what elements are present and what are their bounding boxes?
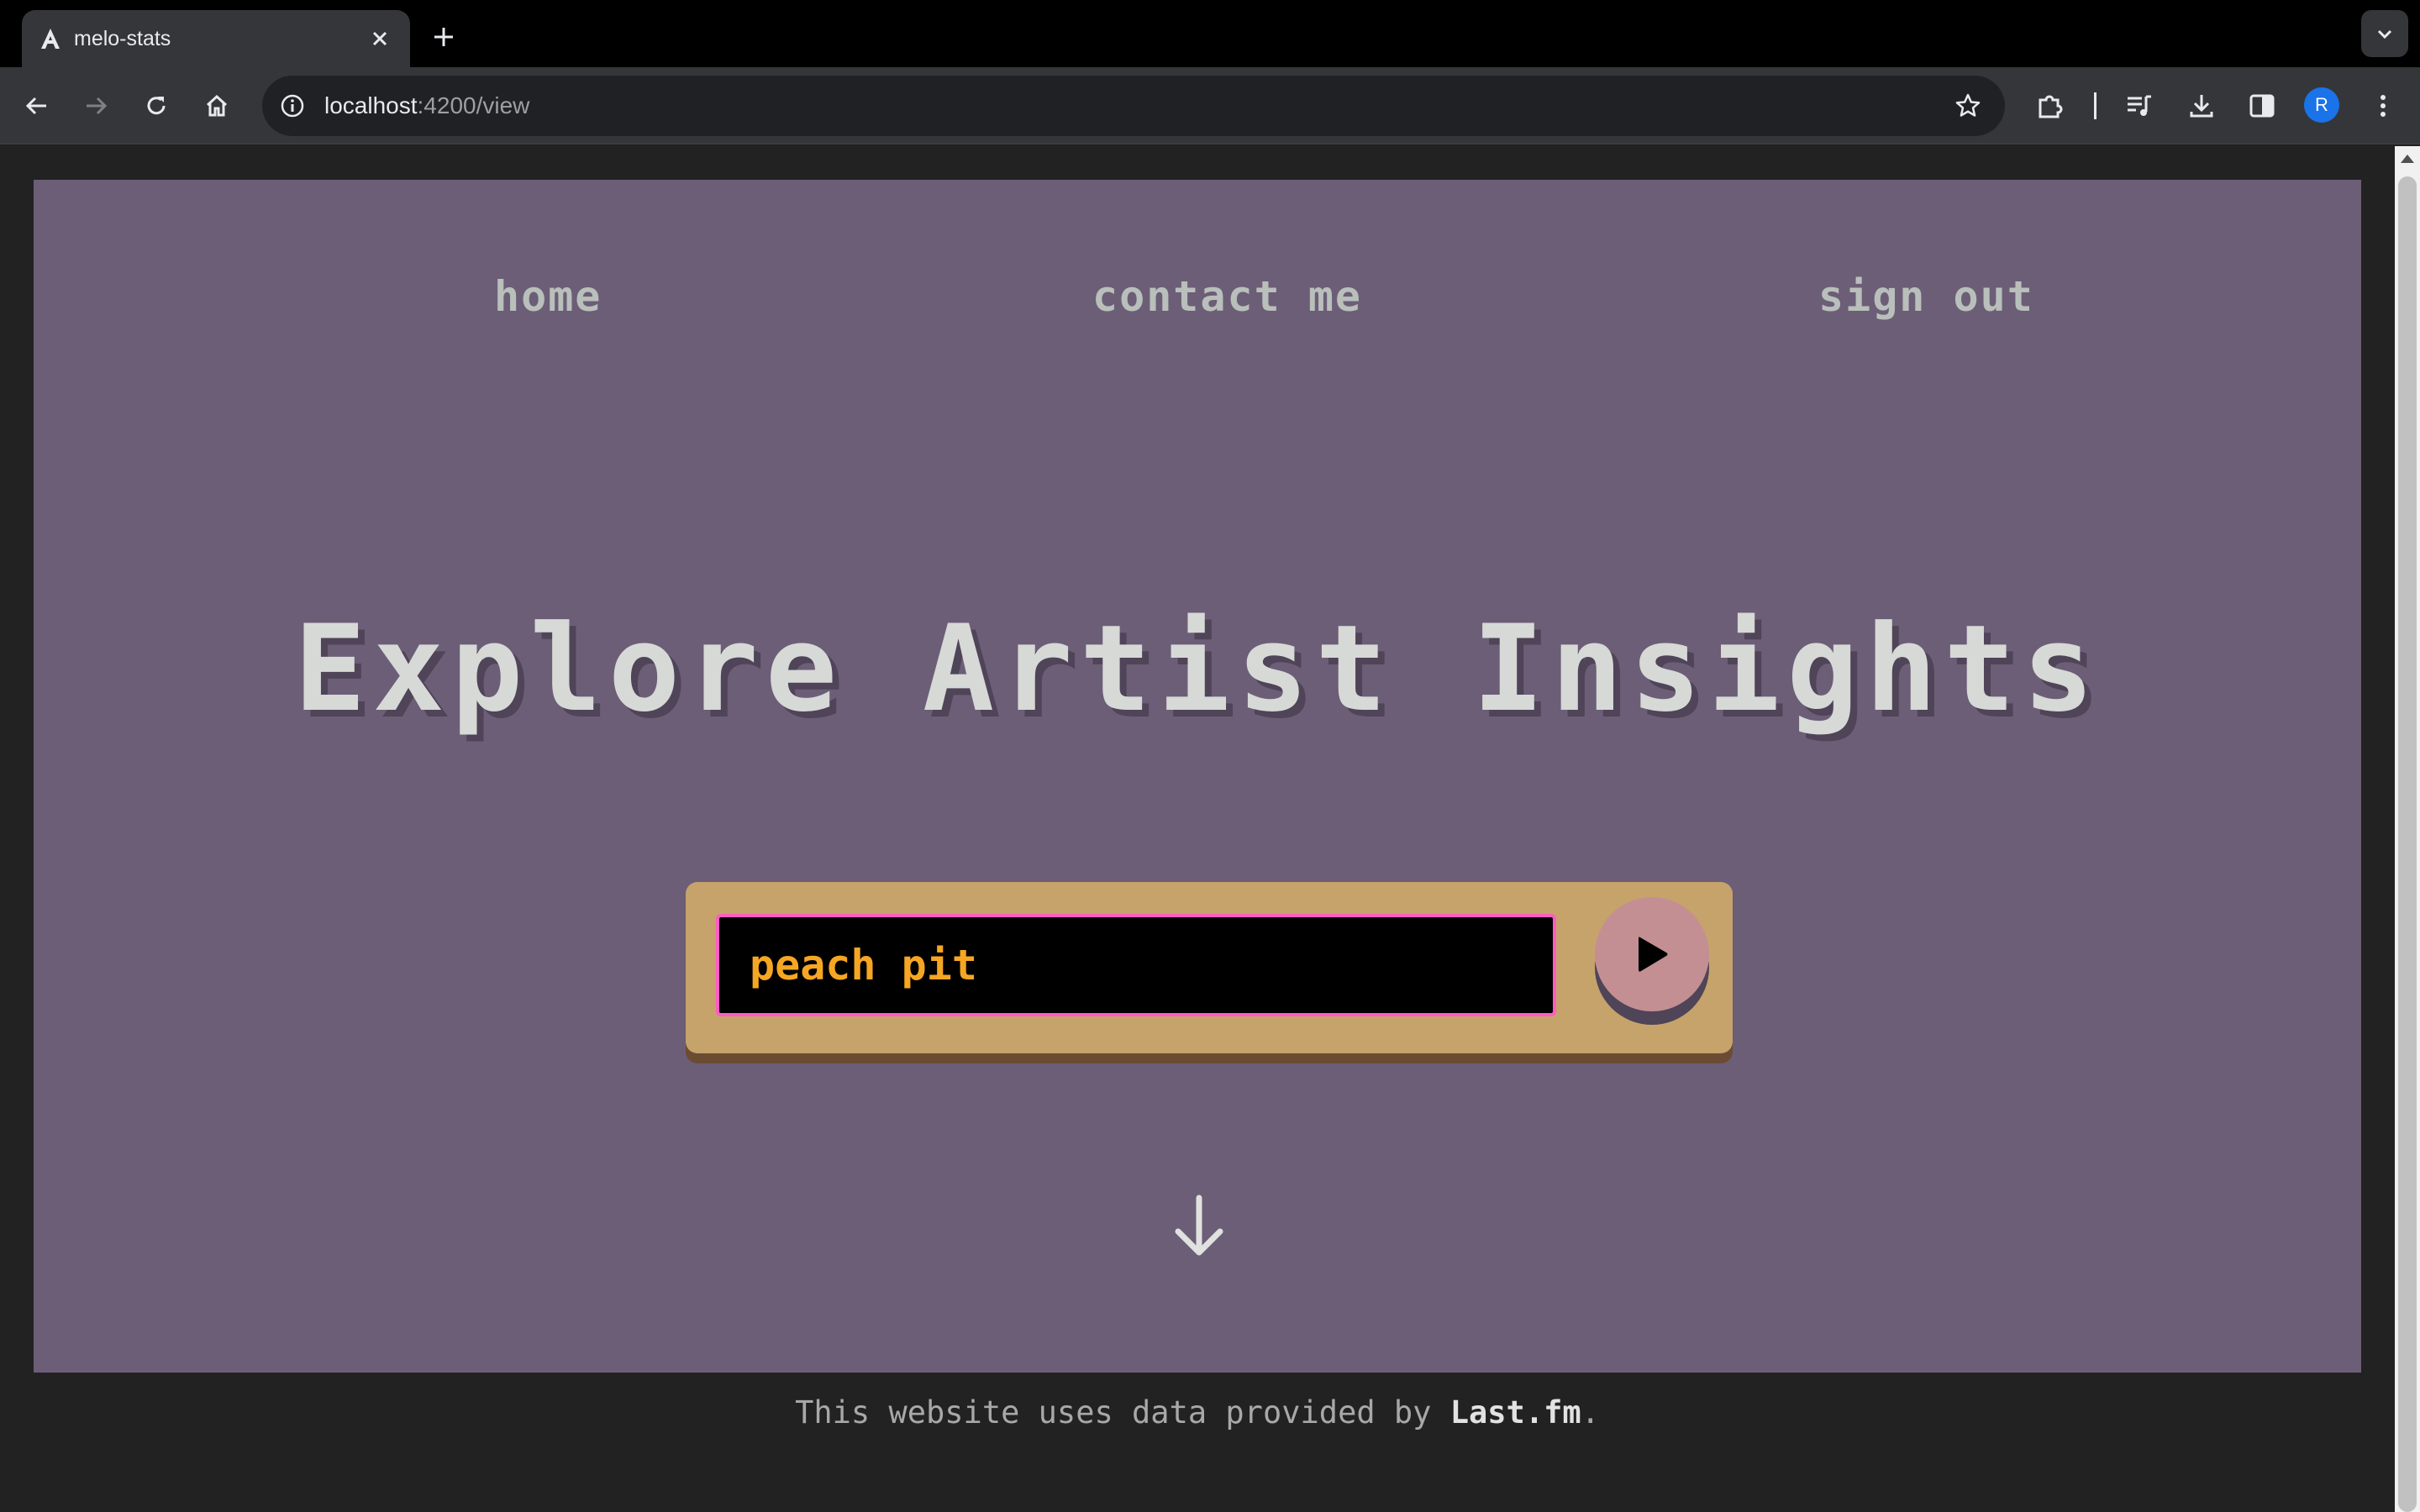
close-icon[interactable] <box>365 24 395 54</box>
address-bar[interactable]: localhost:4200/view <box>262 76 2005 136</box>
footer-text: This website uses data provided by <box>795 1394 1450 1431</box>
toolbar-separator <box>2094 92 2096 119</box>
footer-attribution: This website uses data provided by Last.… <box>0 1394 2395 1431</box>
forward-icon[interactable] <box>76 86 116 126</box>
footer-period: . <box>1581 1394 1600 1431</box>
artist-search-input[interactable] <box>716 914 1556 1016</box>
page-title: Explore Artist Insights <box>293 600 2102 738</box>
tab-melo-stats[interactable]: melo-stats <box>22 10 410 67</box>
tab-title: melo-stats <box>74 27 171 50</box>
chevron-down-icon[interactable] <box>2361 10 2408 57</box>
nav-signout-link[interactable]: sign out <box>1818 272 2034 321</box>
search-play-button[interactable] <box>1595 897 1709 1011</box>
scrollbar[interactable] <box>2395 146 2420 1512</box>
scrollbar-thumb[interactable] <box>2398 176 2417 1512</box>
info-icon[interactable] <box>276 89 309 123</box>
nav-contact-link[interactable]: contact me <box>1092 272 1362 321</box>
extensions-icon[interactable] <box>2030 86 2070 126</box>
profile-avatar[interactable]: R <box>2304 87 2339 123</box>
star-icon[interactable] <box>1951 89 1985 123</box>
url-text: localhost:4200/view <box>324 91 529 121</box>
scroll-up-arrow[interactable] <box>2401 155 2414 163</box>
angular-icon <box>39 27 62 50</box>
arrow-down-icon[interactable] <box>1170 1193 1228 1260</box>
url-path: :4200/view <box>417 92 530 118</box>
lastfm-link[interactable]: Last.fm <box>1450 1394 1581 1431</box>
search-panel <box>686 882 1733 1053</box>
menu-icon[interactable] <box>2363 86 2403 126</box>
hero-section: home contact me sign out Explore Artist … <box>34 180 2361 1373</box>
play-icon <box>1639 937 1668 972</box>
plus-icon[interactable] <box>424 17 464 57</box>
back-icon[interactable] <box>17 86 57 126</box>
nav-home-link[interactable]: home <box>494 272 602 321</box>
home-icon[interactable] <box>197 86 237 126</box>
download-icon[interactable] <box>2181 86 2222 126</box>
reload-icon[interactable] <box>136 86 176 126</box>
page-viewport: home contact me sign out Explore Artist … <box>0 146 2420 1512</box>
sidepanel-icon[interactable] <box>2242 86 2282 126</box>
tab-strip: melo-stats <box>0 0 2420 67</box>
url-host: localhost <box>324 92 418 118</box>
media-icon[interactable] <box>2119 86 2160 126</box>
